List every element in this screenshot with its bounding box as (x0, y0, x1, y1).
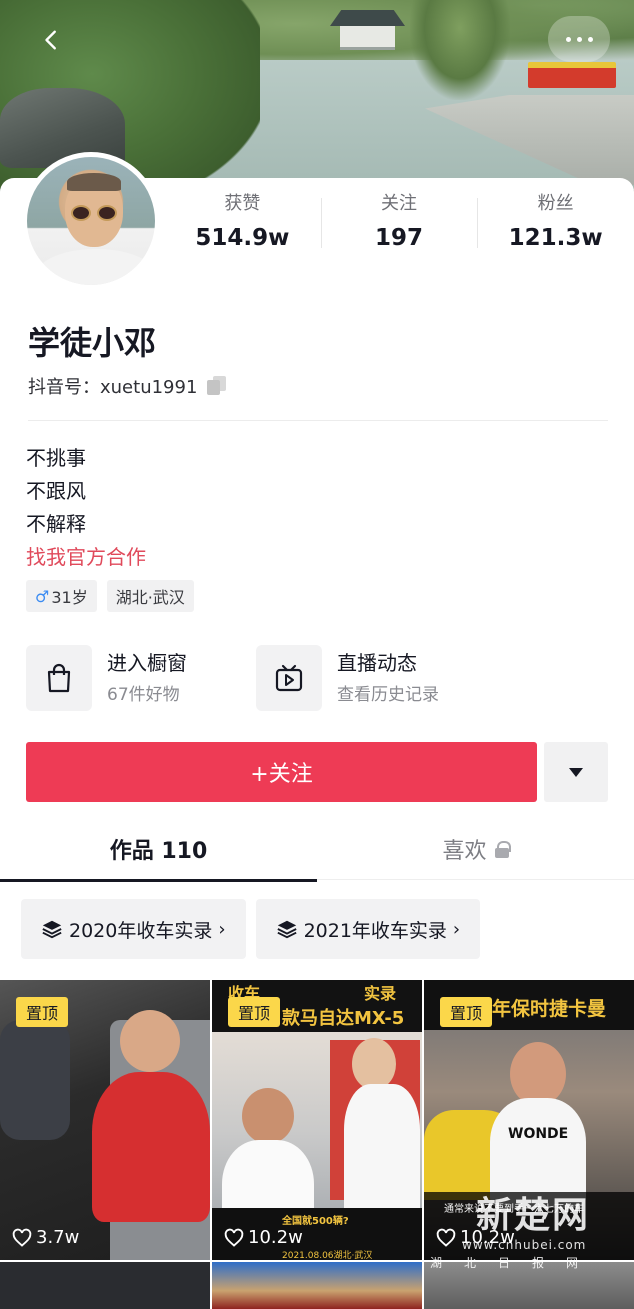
video-caption-date: 2021.08.06湖北·武汉 (282, 1251, 373, 1260)
chevron-right-icon: › (218, 918, 226, 940)
stat-value: 197 (375, 225, 424, 251)
video-thumbnail[interactable] (212, 1262, 422, 1309)
copy-icon[interactable] (207, 376, 227, 396)
collection-2020[interactable]: 2020年收车实录 › (21, 899, 246, 959)
video-likes: 10.2w (224, 1227, 303, 1248)
more-dots-icon (565, 36, 571, 42)
feature-subtitle: 67件好物 (107, 685, 180, 705)
feature-subtitle: 查看历史记录 (337, 685, 439, 705)
profile-tags: ♂ 31岁 湖北·武汉 (26, 580, 204, 612)
stat-label: 关注 (381, 193, 417, 214)
more-button[interactable] (548, 16, 610, 62)
recommend-dropdown-button[interactable] (544, 742, 608, 802)
feature-title: 直播动态 (337, 651, 417, 675)
business-link[interactable]: 找我官方合作 (26, 541, 146, 574)
douyin-id-text: 抖音号：xuetu1991 (28, 377, 198, 398)
heart-icon (224, 1228, 244, 1247)
stats-bar: 获赞 514.9w 关注 197 粉丝 121.3w (164, 190, 634, 258)
follow-button[interactable]: +关注 (26, 742, 537, 802)
age-tag: ♂ 31岁 (26, 580, 97, 612)
collection-label: 2020年收车实录 (69, 919, 213, 942)
stack-icon (276, 920, 297, 939)
bio: 不挑事 不跟风 不解释 找我官方合作 (26, 442, 146, 574)
caret-down-icon (569, 767, 583, 777)
feature-title: 进入橱窗 (107, 651, 187, 675)
video-thumbnail[interactable]: 置顶 3.7w (0, 980, 210, 1260)
content-tabs: 作品 110 喜欢 (0, 818, 634, 882)
bio-line: 不解释 (26, 512, 86, 536)
stat-followers[interactable]: 粉丝 121.3w (477, 190, 634, 258)
age-text: 31岁 (51, 588, 88, 607)
avatar[interactable] (22, 152, 160, 290)
bio-line: 不跟风 (26, 479, 86, 503)
tab-likes[interactable]: 喜欢 (317, 818, 634, 880)
heart-icon (12, 1228, 32, 1247)
overlay-title: 款马自达MX-5 (282, 1008, 405, 1029)
video-thumbnail[interactable] (0, 1262, 210, 1309)
tab-works[interactable]: 作品 110 (0, 818, 317, 882)
divider (28, 420, 608, 421)
shop-window-entry[interactable]: 进入橱窗 67件好物 (26, 645, 187, 711)
pinned-badge: 置顶 (228, 997, 280, 1027)
tv-play-icon (256, 645, 322, 711)
chevron-left-icon (45, 30, 56, 50)
bio-line: 不挑事 (26, 446, 86, 470)
stat-label: 粉丝 (537, 193, 574, 214)
watermark: 新楚网 www.cnhubei.com 湖北日报网 (430, 1195, 601, 1270)
douyin-id: 抖音号：xuetu1991 (28, 373, 227, 399)
video-caption: 全国就500辆? (282, 1216, 349, 1227)
stat-value: 121.3w (508, 225, 603, 251)
collections-row: 2020年收车实录 › 2021年收车实录 › (21, 899, 490, 959)
stack-icon (42, 920, 62, 939)
overlay-title: 年保时捷卡曼 (492, 998, 607, 1020)
pinned-badge: 置顶 (440, 997, 492, 1027)
back-button[interactable] (34, 22, 70, 58)
pinned-badge: 置顶 (16, 997, 68, 1027)
stat-following[interactable]: 关注 197 (320, 190, 478, 258)
stat-label: 获赞 (224, 193, 261, 214)
chevron-right-icon: › (452, 918, 461, 940)
overlay-top-text-2: 实录 (364, 984, 397, 1003)
profile-name: 学徒小邓 (28, 324, 157, 362)
shirt-text: WONDE (508, 1126, 569, 1142)
video-likes: 3.7w (12, 1227, 79, 1248)
stat-value: 514.9w (195, 225, 290, 251)
location-tag: 湖北·武汉 (106, 580, 194, 612)
video-thumbnail[interactable]: 收车 实录 款马自达MX-5 全国就500辆? 2021.08.06湖北·武汉 … (212, 980, 422, 1260)
collection-label: 2021年收车实录 (303, 919, 447, 942)
male-icon: ♂ (35, 586, 50, 606)
live-history-entry[interactable]: 直播动态 查看历史记录 (256, 645, 439, 711)
collection-2021[interactable]: 2021年收车实录 › (255, 899, 481, 959)
stat-likes[interactable]: 获赞 514.9w (164, 190, 321, 258)
lock-icon (494, 841, 511, 858)
shopping-bag-icon (26, 645, 92, 711)
